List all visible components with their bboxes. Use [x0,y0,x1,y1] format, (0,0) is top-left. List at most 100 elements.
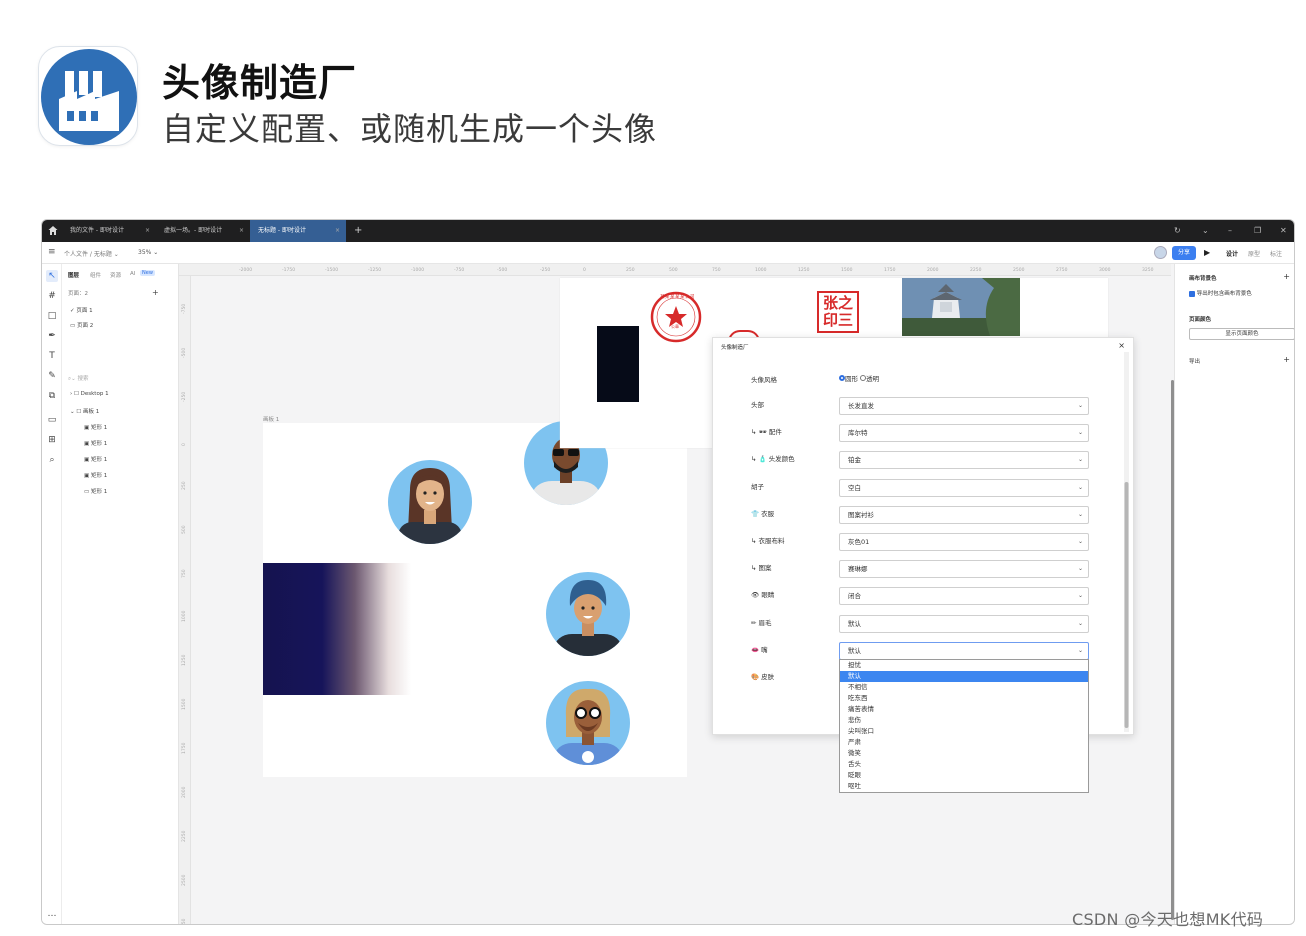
tab-ai[interactable]: AI [130,271,135,277]
dark-rectangle [597,326,639,402]
dropdown-option[interactable]: 尖叫张口 [840,726,1088,737]
dropdown-option[interactable]: 吃东西 [840,693,1088,704]
field-select[interactable]: 长发直发 ⌄ [839,397,1089,415]
field-select[interactable]: 闭合 ⌄ [839,587,1089,606]
tab-my-files[interactable]: 我的文件 - 即时设计 × [62,220,156,242]
ruler-tick: 2500 [182,874,187,886]
frame-label: 画板 1 [263,417,280,423]
shape-tool-icon[interactable]: □ [46,310,58,322]
mode-prototype[interactable]: 原型 [1248,249,1260,258]
mode-design[interactable]: 设计 [1226,249,1238,258]
dropdown-option[interactable]: 默认 [840,671,1088,682]
field-select[interactable]: 图案衬衫 ⌄ [839,505,1089,524]
pencil-tool-icon[interactable]: ✎ [46,370,58,382]
tab-untitled[interactable]: 无标题 - 即时设计 × [250,220,346,242]
plugin-tool-icon[interactable]: ⊞ [46,434,58,446]
ruler-tick: 1250 [182,654,187,666]
layer-item[interactable]: ▣ 矩形 1 [84,439,107,447]
add-export-button[interactable]: + [1283,355,1290,364]
avatar[interactable] [1154,246,1167,259]
field-label: 👁 眼睛 [751,591,775,600]
new-tab-button[interactable]: + [354,220,362,242]
close-icon[interactable]: × [1118,341,1125,350]
home-icon[interactable] [48,225,58,236]
dropdown-option[interactable]: 严肃 [840,737,1088,748]
ruler-tick: 750 [712,268,721,273]
layer-item[interactable]: ▣ 矩形 1 [84,471,107,479]
close-icon[interactable]: × [335,220,340,242]
close-icon[interactable]: × [239,220,244,242]
menu-icon[interactable]: ≡ [48,247,56,257]
play-icon[interactable]: ▶ [1204,248,1210,257]
share-button[interactable]: 分享 [1172,246,1196,260]
close-icon[interactable]: × [145,220,150,242]
close-window-button[interactable]: ✕ [1280,220,1287,242]
text-tool-icon[interactable]: T [46,350,58,362]
mouth-dropdown-list[interactable]: 担忧 默认 不相信 吃东西 痛苦表情 悲伤 尖叫张口 严肃 微笑 舌头 眨眼 呕吐 [839,659,1089,793]
breadcrumb[interactable]: 个人文件 / 无标题 ⌄ [64,249,119,258]
field-label: ↳ 衣服布料 [751,537,785,545]
ruler-tick: -250 [540,268,551,273]
field-select[interactable]: 空白 ⌄ [839,478,1089,497]
tab-components[interactable]: 组件 [90,271,101,279]
tab-design-1[interactable]: 虚拟一场。- 即时设计 × [156,220,250,242]
show-page-color-button[interactable]: 显示页面颜色 [1189,328,1294,340]
layer-label: 矩形 1 [90,473,108,479]
dropdown-option[interactable]: 痛苦表情 [840,704,1088,715]
dropdown-option[interactable]: 呕吐 [840,781,1088,792]
pen-tool-icon[interactable]: ✒ [46,330,58,342]
field-select[interactable]: 铂金 ⌄ [839,451,1089,470]
mode-annotate[interactable]: 标注 [1270,249,1282,258]
field-value: 图案衬衫 [848,510,874,519]
dropdown-option[interactable]: 悲伤 [840,715,1088,726]
dropdown-option[interactable]: 眨眼 [840,770,1088,781]
canvas-bg-title: 画布背景色 [1189,276,1217,282]
tab-assets[interactable]: 资源 [110,271,121,279]
image-tool-icon[interactable]: ⧉ [46,390,58,402]
avatar-longhair[interactable] [388,460,472,544]
page-item[interactable]: ✓ 页面 1 [70,306,93,314]
layer-item[interactable]: › ☐ Desktop 1 [70,391,109,397]
restore-button[interactable]: ❐ [1254,220,1261,242]
field-value: 库尔特 [848,429,868,438]
move-tool-icon[interactable]: ↖ [46,270,58,282]
field-select[interactable]: 默认 ⌄ [839,641,1089,660]
dropdown-option[interactable]: 不相信 [840,682,1088,693]
refresh-icon[interactable]: ↻ [1174,220,1181,242]
layer-item[interactable]: ▣ 矩形 1 [84,423,107,431]
layer-label: 矩形 1 [90,489,108,495]
dropdown-option[interactable]: 微笑 [840,748,1088,759]
tab-bar: 我的文件 - 即时设计 × 虚拟一场。- 即时设计 × 无标题 - 即时设计 × + … [42,220,1294,242]
ruler-tick: 250 [626,268,635,273]
minimize-button[interactable]: – [1228,220,1232,242]
add-page-button[interactable]: + [152,288,159,297]
ruler-tick: 2750 [182,918,187,925]
dropdown-option[interactable]: 担忧 [840,660,1088,671]
dialog-scrollbar[interactable] [1124,352,1129,732]
layer-item[interactable]: ▣ 矩形 1 [84,455,107,463]
layer-item[interactable]: ⌄ ☐ 画板 1 [70,407,99,415]
gradient-rectangle[interactable] [263,563,411,695]
export-bg-checkbox[interactable]: 导出时包含画布背景色 [1189,289,1252,297]
ruler-tick: 1500 [841,268,853,273]
dropdown-option[interactable]: 舌头 [840,759,1088,770]
search-icon[interactable]: ⌕ [46,454,58,466]
layer-item[interactable]: ▭ 矩形 1 [84,487,107,495]
checkbox-icon [1189,290,1195,297]
ruler-tick: -1000 [411,268,425,273]
tab-layers[interactable]: 图层 [68,271,79,279]
more-icon[interactable]: … [46,908,58,920]
chevron-down-icon[interactable]: ⌄ [1202,220,1209,242]
layer-search[interactable]: ⌕⌄ 搜索 [68,374,88,383]
avatar-turban[interactable] [546,572,630,656]
frame-tool-icon[interactable]: # [46,290,58,302]
comment-tool-icon[interactable]: ▭ [46,414,58,426]
page-item[interactable]: ▭ 页面 2 [70,321,93,329]
field-select[interactable]: 灰色01 ⌄ [839,533,1089,551]
add-bg-button[interactable]: + [1283,272,1290,281]
avatar-blonde[interactable] [546,681,630,765]
field-select[interactable]: 库尔特 ⌄ [839,424,1089,443]
field-select[interactable]: 默认 ⌄ [839,614,1089,633]
zoom-select[interactable]: 35% ⌄ [138,249,158,256]
field-select[interactable]: 赛琳娜 ⌄ [839,560,1089,579]
